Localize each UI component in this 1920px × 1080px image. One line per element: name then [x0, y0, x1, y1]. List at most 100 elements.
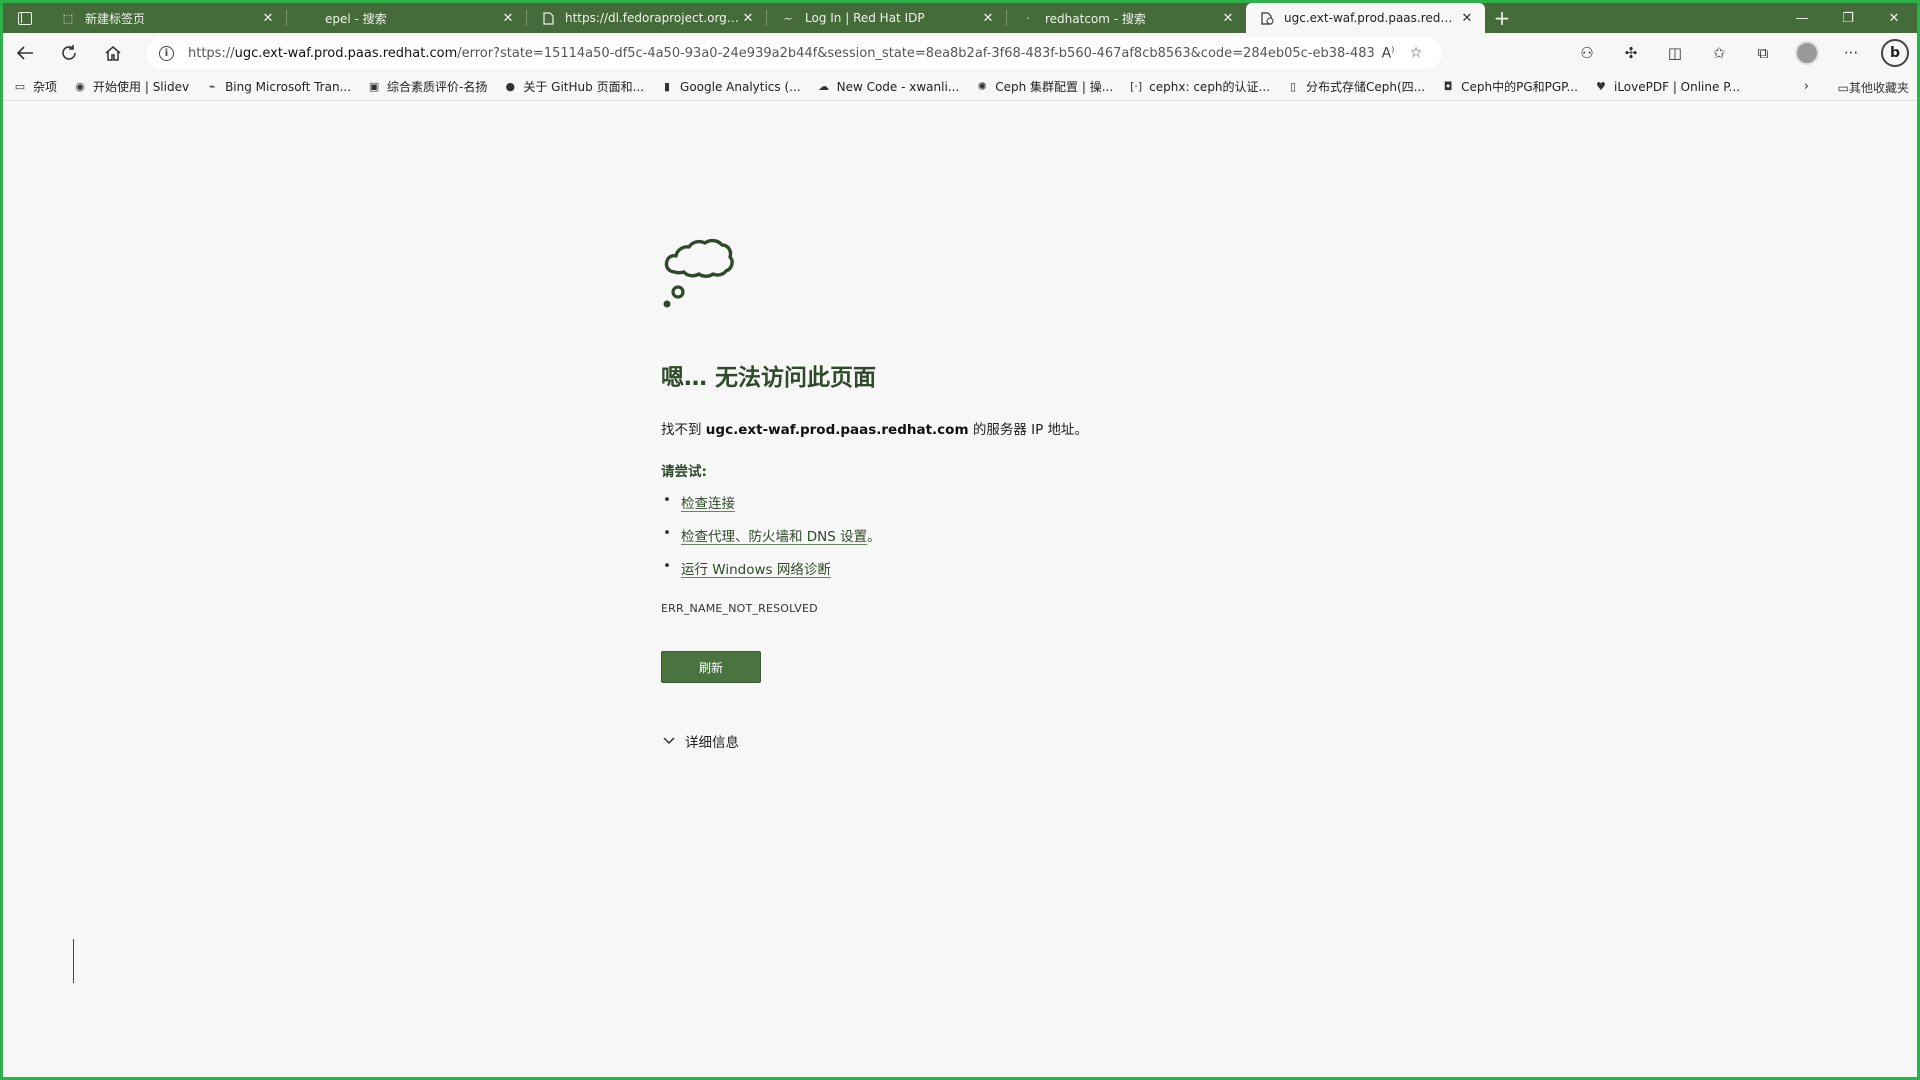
github-icon: ●: [505, 80, 516, 93]
redhat-icon: ~: [783, 11, 793, 25]
url-prefix: https://: [188, 45, 235, 61]
tab-actions-icon: [18, 11, 32, 25]
pdf-icon: ♥: [1596, 80, 1606, 93]
home-icon: [105, 46, 121, 61]
new-tab-button[interactable]: +: [1485, 3, 1519, 33]
favorite-item[interactable]: ✺ Ceph 集群配置 | 操...: [975, 78, 1114, 95]
collections-icon[interactable]: ⧉: [1741, 33, 1785, 73]
thought-cloud-icon: [663, 238, 734, 308]
favorite-label: New Code - xwanli...: [836, 79, 960, 94]
favorite-label: 杂项: [33, 80, 58, 94]
translator-icon: ⌁: [208, 80, 216, 93]
error-panel: 嗯… 无法访问此页面 找不到 ugc.ext-waf.prod.paas.red…: [661, 234, 1361, 751]
favorites-icon[interactable]: ✩: [1697, 33, 1741, 73]
favorite-label: 综合素质评价-名扬: [387, 80, 488, 94]
folder-icon: ▭: [14, 80, 26, 93]
extension-icon[interactable]: ⚇: [1565, 33, 1609, 73]
tab-close-icon[interactable]: ✕: [260, 11, 276, 26]
tab-fedora[interactable]: https://dl.fedoraproject.org/pub/ ✕: [527, 3, 766, 33]
tab-epel-search[interactable]: epel - 搜索 ✕: [287, 3, 526, 33]
details-toggle[interactable]: 详细信息: [663, 731, 1361, 751]
restore-icon[interactable]: ❐: [1825, 3, 1871, 33]
favorite-item[interactable]: [·] cephx: ceph的认证...: [1129, 78, 1270, 95]
code-icon: [·]: [1130, 80, 1143, 93]
page-icon: ▯: [1289, 80, 1297, 93]
tab-redhatcom-search[interactable]: · redhatcom - 搜索 ✕: [1007, 3, 1246, 33]
tab-strip: ⬚ 新建标签页 ✕ epel - 搜索 ✕ https://dl.fedorap…: [3, 3, 1917, 33]
site-info-icon[interactable]: i: [159, 45, 174, 61]
favorite-item[interactable]: ◉ 开始使用 | Slidev: [73, 78, 189, 95]
check-proxy-link[interactable]: 检查代理、防火墙和 DNS 设置: [681, 529, 867, 545]
window-controls: — ❐ ✕: [1779, 3, 1917, 33]
favorite-item[interactable]: ⌁ Bing Microsoft Tran...: [205, 80, 351, 94]
reload-icon: [62, 45, 76, 60]
favorite-label: cephx: ceph的认证...: [1149, 80, 1270, 94]
tab-close-icon[interactable]: ✕: [1459, 11, 1475, 26]
suggestion-item: 运行 Windows 网络诊断: [661, 558, 1361, 578]
tab-title: Log In | Red Hat IDP: [805, 11, 925, 25]
check-connection-link[interactable]: 检查连接: [681, 496, 735, 512]
favorite-item[interactable]: ☁ New Code - xwanli...: [817, 79, 960, 94]
try-label: 请尝试:: [661, 464, 707, 480]
add-favorite-icon[interactable]: ☆: [1402, 45, 1430, 61]
minimize-icon[interactable]: —: [1779, 3, 1825, 33]
tab-title: 新建标签页: [85, 11, 146, 26]
favorite-item[interactable]: ♥ iLovePDF | Online P...: [1594, 80, 1740, 94]
tab-close-icon[interactable]: ✕: [980, 11, 996, 26]
read-aloud-icon[interactable]: A): [1374, 45, 1402, 62]
favorite-label: 开始使用 | Slidev: [93, 80, 190, 94]
network-diagnostics-link[interactable]: 运行 Windows 网络诊断: [681, 562, 831, 578]
suggestion-list: 检查连接 检查代理、防火墙和 DNS 设置。 运行 Windows 网络诊断: [661, 492, 1361, 578]
url-path: /error?state=15114a50-df5c-4a50-93a0-24e…: [457, 45, 1374, 61]
favorite-label: 分布式存储Ceph(四...: [1305, 80, 1426, 94]
suggestion-suffix: 。: [867, 529, 881, 545]
favorite-item[interactable]: ▯ 分布式存储Ceph(四...: [1286, 78, 1425, 95]
reload-button[interactable]: [47, 35, 91, 71]
tab-close-icon[interactable]: ✕: [500, 11, 516, 26]
suggestion-item: 检查代理、防火墙和 DNS 设置。: [661, 525, 1361, 545]
error-description: 找不到 ugc.ext-waf.prod.paas.redhat.com 的服务…: [661, 418, 1361, 438]
favorite-label: iLovePDF | Online P...: [1613, 79, 1741, 94]
favorite-item[interactable]: ◘ Ceph中的PG和PGP...: [1441, 78, 1578, 95]
address-bar[interactable]: i https://ugc.ext-waf.prod.paas.redhat.c…: [147, 37, 1442, 69]
search-icon: ·: [1026, 11, 1030, 25]
page-icon: [541, 11, 555, 25]
settings-more-icon[interactable]: ···: [1829, 33, 1873, 73]
favorite-item[interactable]: ▭ 杂项: [13, 78, 57, 95]
tab-redhat-login[interactable]: ~ Log In | Red Hat IDP ✕: [767, 3, 1006, 33]
bing-icon: b: [1881, 39, 1909, 67]
profile-button[interactable]: [1785, 33, 1829, 73]
favorite-item[interactable]: ▮ Google Analytics (...: [660, 80, 801, 94]
suggestion-item: 检查连接: [661, 492, 1361, 512]
bing-copilot-button[interactable]: b: [1873, 33, 1917, 73]
details-label: 详细信息: [685, 735, 739, 751]
refresh-button[interactable]: 刷新: [661, 651, 761, 683]
url-text[interactable]: https://ugc.ext-waf.prod.paas.redhat.com…: [188, 46, 1374, 61]
favorite-item[interactable]: ▣ 综合素质评价-名扬: [367, 78, 488, 95]
newtab-icon: ⬚: [62, 11, 74, 25]
favorites-bar: ▭ 杂项 ◉ 开始使用 | Slidev ⌁ Bing Microsoft Tran.…: [3, 73, 1917, 101]
favorite-item[interactable]: ● 关于 GitHub 页面和...: [503, 78, 644, 95]
desc-prefix: 找不到: [661, 422, 706, 438]
other-favorites-folder[interactable]: ▭ 其他收藏夹: [1838, 79, 1909, 96]
error-page-icon: [1260, 11, 1274, 25]
tab-active-error[interactable]: ugc.ext-waf.prod.paas.redhat.com ✕: [1246, 3, 1485, 33]
slidev-icon: ◉: [75, 80, 85, 93]
tab-newtab[interactable]: ⬚ 新建标签页 ✕: [47, 3, 286, 33]
tab-close-icon[interactable]: ✕: [740, 11, 756, 26]
favorite-label: Ceph 集群配置 | 操...: [995, 80, 1114, 94]
favorites-overflow-chevron-icon[interactable]: ›: [1804, 79, 1809, 94]
tab-close-icon[interactable]: ✕: [1220, 11, 1236, 26]
chevron-down-icon: [663, 734, 675, 748]
school-icon: ▣: [368, 80, 380, 93]
error-heading: 嗯… 无法访问此页面: [661, 365, 877, 391]
tab-title: epel - 搜索: [325, 11, 387, 26]
ceph-icon: ✺: [977, 80, 987, 93]
back-button[interactable]: [3, 35, 47, 71]
home-button[interactable]: [91, 35, 135, 71]
desc-host: ugc.ext-waf.prod.paas.redhat.com: [705, 422, 969, 438]
split-screen-icon[interactable]: ◫: [1653, 33, 1697, 73]
tab-actions-button[interactable]: [3, 3, 47, 33]
close-window-icon[interactable]: ✕: [1871, 3, 1917, 33]
extensions-puzzle-icon[interactable]: ✣: [1609, 33, 1653, 73]
